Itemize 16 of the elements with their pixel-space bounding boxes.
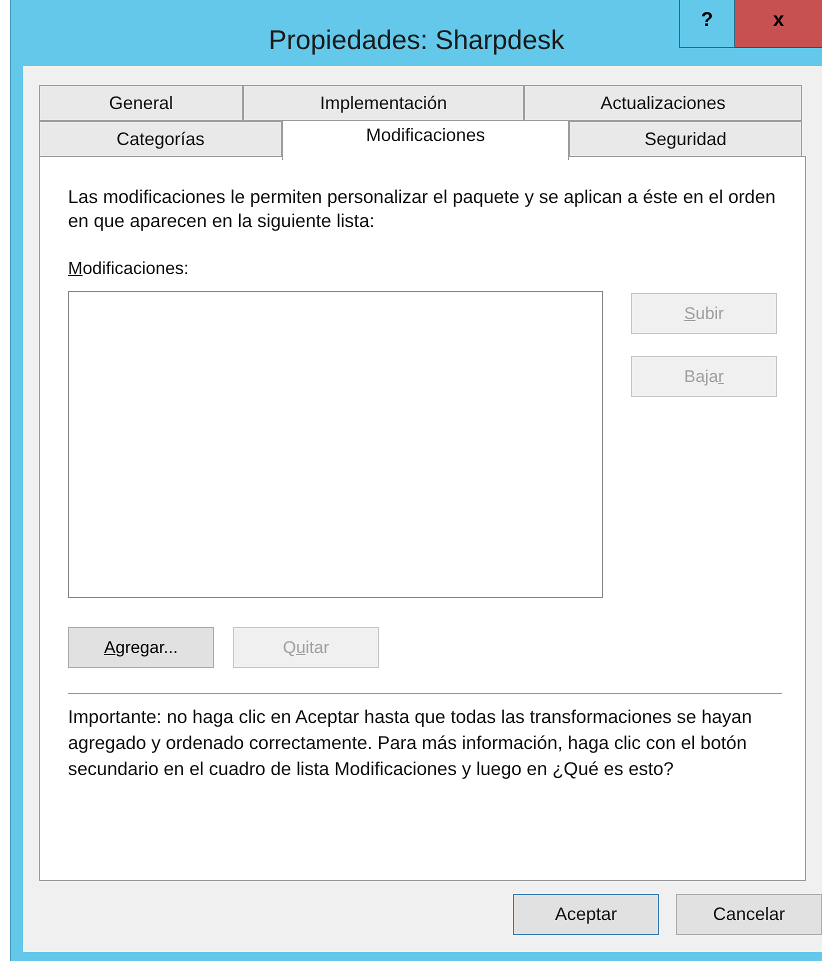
cancel-button[interactable]: Cancelar — [676, 894, 822, 935]
tab[interactable]: Modificaciones — [282, 120, 569, 160]
tab[interactable]: General — [39, 85, 243, 121]
tab[interactable]: Categorías — [39, 121, 282, 157]
help-button[interactable]: ? — [679, 0, 735, 48]
window-title: Propiedades: Sharpdesk — [268, 24, 564, 57]
ok-button[interactable]: Aceptar — [513, 894, 659, 935]
note-text: Importante: no haga clic en Aceptar hasta que todas las transformaciones se hayan agregado y ordenado correctamente. Para más información, haga clic con el botón secundario en el cuadro de lista Modificaciones y luego en ¿Qué es esto? — [68, 705, 753, 782]
add-button[interactable]: Agregar... — [68, 627, 214, 668]
tab[interactable]: Actualizaciones — [524, 85, 802, 121]
tab[interactable]: Implementación — [243, 85, 524, 121]
tab[interactable]: Seguridad — [569, 121, 802, 157]
modifications-list[interactable] — [68, 291, 603, 598]
close-button[interactable]: x — [735, 0, 822, 48]
description-text: Las modificaciones le permiten personalizar el paquete y se aplican a éste en el orden en que aparecen en la siguiente lista: — [68, 185, 777, 233]
list-label: Modificaciones: — [68, 257, 190, 280]
